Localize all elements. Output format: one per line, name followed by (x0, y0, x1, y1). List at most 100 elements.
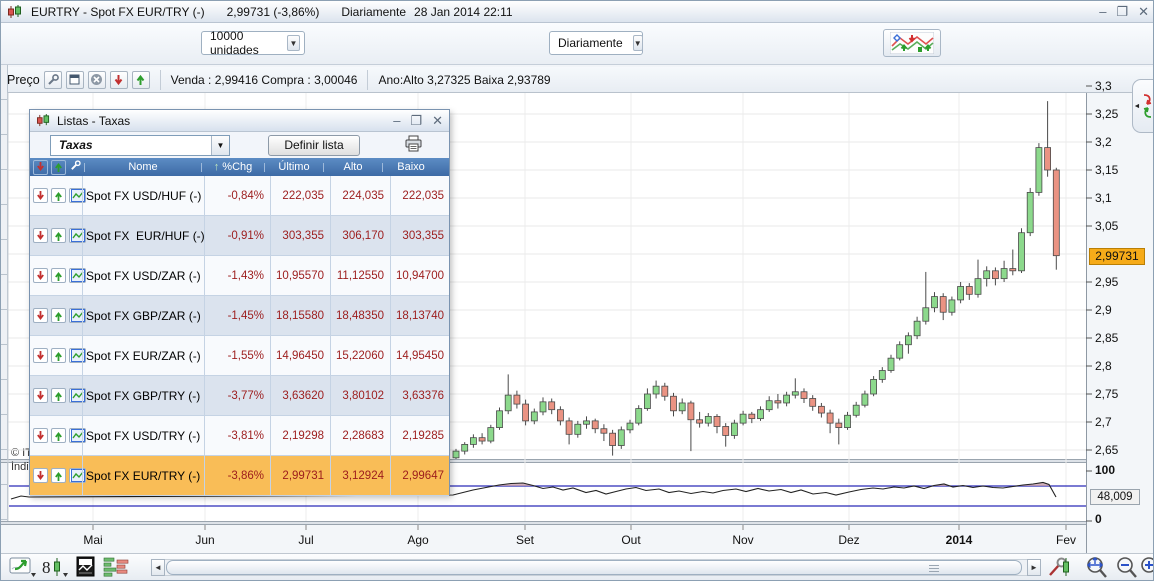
rates-table-header[interactable]: Nome↑ %ChgÚltimoAltoBaixo (30, 158, 449, 176)
sort-up-icon[interactable] (51, 160, 66, 175)
maximize-button[interactable]: ❐ (1116, 2, 1128, 22)
buy-button[interactable] (51, 188, 66, 203)
buy-button[interactable] (51, 268, 66, 283)
chevron-down-icon[interactable]: ▼ (633, 35, 643, 51)
open-chart-button[interactable] (69, 268, 86, 283)
sell-button[interactable] (33, 308, 48, 323)
buy-button[interactable] (51, 308, 66, 323)
column-header-name[interactable]: Nome (85, 161, 201, 173)
scroll-right-button[interactable]: ► (1027, 559, 1041, 576)
rates-table-row[interactable]: Spot FX USD/HUF (-)-0,84%222,035224,0352… (30, 176, 449, 216)
sell-button[interactable] (33, 348, 48, 363)
define-list-button[interactable]: Definir lista (268, 135, 360, 156)
chart-capture-icon[interactable] (9, 556, 37, 581)
x-axis-month-label: Out (621, 533, 640, 547)
open-chart-button[interactable] (69, 348, 86, 363)
close-button[interactable]: ✕ (432, 111, 443, 131)
column-settings-wrench-icon[interactable] (66, 160, 84, 174)
buy-button[interactable] (51, 388, 66, 403)
zoom-in-icon[interactable] (1137, 556, 1154, 581)
close-button[interactable]: ✕ (1138, 2, 1149, 22)
horizontal-scrollbar[interactable]: ◄ ► (151, 559, 1041, 576)
wrench-icon[interactable] (44, 71, 62, 89)
rates-table-row[interactable]: Spot FX GBP/ZAR (-)-1,45%18,1558018,4835… (30, 296, 449, 336)
buy-button[interactable] (51, 468, 66, 483)
sell-button[interactable] (33, 428, 48, 443)
zoom-fit-icon[interactable] (1083, 556, 1109, 581)
time-axis: MaiJunJulAgoSetOutNovDez2014Fev (1, 525, 1086, 553)
chart-type-icon[interactable]: 8 (41, 556, 69, 581)
open-chart-button[interactable] (69, 428, 86, 443)
left-splitter[interactable] (1, 65, 8, 553)
value-low: 10,94700 (396, 270, 444, 282)
rates-window-titlebar[interactable]: Listas - Taxas – ❐ ✕ (30, 110, 449, 132)
sell-button[interactable] (33, 228, 48, 243)
list-selector-dropdown[interactable]: Taxas ▼ (50, 135, 230, 156)
value-high: 11,12550 (337, 270, 384, 282)
news-page-icon[interactable] (75, 556, 97, 581)
value-low: 14,95450 (396, 350, 444, 362)
refresh-tab[interactable]: ◄ (1132, 79, 1154, 133)
rates-table-body: Spot FX USD/HUF (-)-0,84%222,035224,0352… (30, 176, 449, 496)
rates-table-row[interactable]: Spot FX USD/ZAR (-)-1,43%10,9557011,1255… (30, 256, 449, 296)
print-icon[interactable] (404, 135, 423, 155)
refresh-arrows-icon (1141, 93, 1154, 119)
open-chart-button[interactable] (69, 188, 86, 203)
title-datetime: 28 Jan 2014 22:11 (414, 5, 513, 19)
rates-table-row[interactable]: Spot FX EUR/TRY (-)-3,86%2,997313,129242… (30, 456, 449, 496)
maximize-button[interactable]: ❐ (410, 111, 422, 131)
sell-arrow-icon[interactable] (110, 71, 128, 89)
minimize-button[interactable]: – (393, 111, 400, 131)
instrument-name: Spot FX GBP/TRY (-) (86, 389, 200, 403)
sell-button[interactable] (33, 388, 48, 403)
value-chg: -3,77% (228, 390, 264, 402)
rates-window-title: Listas - Taxas (57, 114, 130, 128)
rates-table-row[interactable]: Spot FX EUR/ZAR (-)-1,55%14,9645015,2206… (30, 336, 449, 376)
rates-table-row[interactable]: Spot FX GBP/TRY (-)-3,77%3,636203,801023… (30, 376, 449, 416)
x-axis-month-label: Set (516, 533, 534, 547)
sell-button[interactable] (33, 468, 48, 483)
column-header-chg[interactable]: ↑ %Chg (202, 161, 264, 173)
period-dropdown[interactable]: Diariamente ▼ (549, 31, 643, 55)
open-chart-button[interactable] (69, 308, 86, 323)
scrollbar-thumb[interactable] (166, 560, 1022, 575)
y-axis-tick: 2,95 (1095, 275, 1118, 289)
chart-style-button[interactable] (883, 29, 941, 57)
rates-table-row[interactable]: Spot FX EUR/HUF (-)-0,91%303,355306,1703… (30, 216, 449, 256)
column-header-high[interactable]: Alto (324, 161, 382, 173)
column-header-last[interactable]: Último (265, 161, 323, 173)
buy-arrow-icon[interactable] (132, 71, 150, 89)
y-axis-tick: 2,85 (1095, 331, 1118, 345)
buy-button[interactable] (51, 228, 66, 243)
copyright-text: © IT (11, 447, 31, 459)
sort-down-icon[interactable] (33, 160, 48, 175)
x-axis-month-label: Mai (83, 533, 102, 547)
units-dropdown[interactable]: 10000 unidades ▼ (201, 31, 305, 55)
market-depth-icon[interactable] (103, 556, 129, 581)
buy-button[interactable] (51, 428, 66, 443)
value-chg: -1,43% (228, 270, 264, 282)
sell-button[interactable] (33, 268, 48, 283)
value-low: 303,355 (402, 230, 444, 242)
zoom-out-icon[interactable] (1113, 556, 1139, 581)
rates-list-window[interactable]: Listas - Taxas – ❐ ✕ Taxas ▼ Definir lis… (29, 109, 450, 495)
column-header-low[interactable]: Baixo (383, 161, 439, 173)
close-pane-icon[interactable] (88, 71, 106, 89)
buy-button[interactable] (51, 348, 66, 363)
chevron-down-icon[interactable]: ▼ (211, 136, 229, 155)
open-chart-button[interactable] (69, 468, 86, 483)
buy-row-icon (53, 190, 64, 202)
open-chart-button[interactable] (69, 388, 86, 403)
chart-settings-icon[interactable] (1047, 556, 1071, 581)
x-axis-month-label: Jul (298, 533, 313, 547)
minimize-button[interactable]: – (1099, 2, 1106, 22)
rates-table-row[interactable]: Spot FX USD/TRY (-)-3,81%2,192982,286832… (30, 416, 449, 456)
window-icon[interactable] (66, 71, 84, 89)
scroll-left-button[interactable]: ◄ (151, 559, 165, 576)
open-chart-button[interactable] (69, 228, 86, 243)
buy-row-icon (53, 230, 64, 242)
chevron-down-icon[interactable]: ▼ (287, 35, 300, 51)
sell-button[interactable] (33, 188, 48, 203)
value-high: 15,22060 (336, 350, 384, 362)
scrollbar-track[interactable] (165, 559, 1027, 576)
